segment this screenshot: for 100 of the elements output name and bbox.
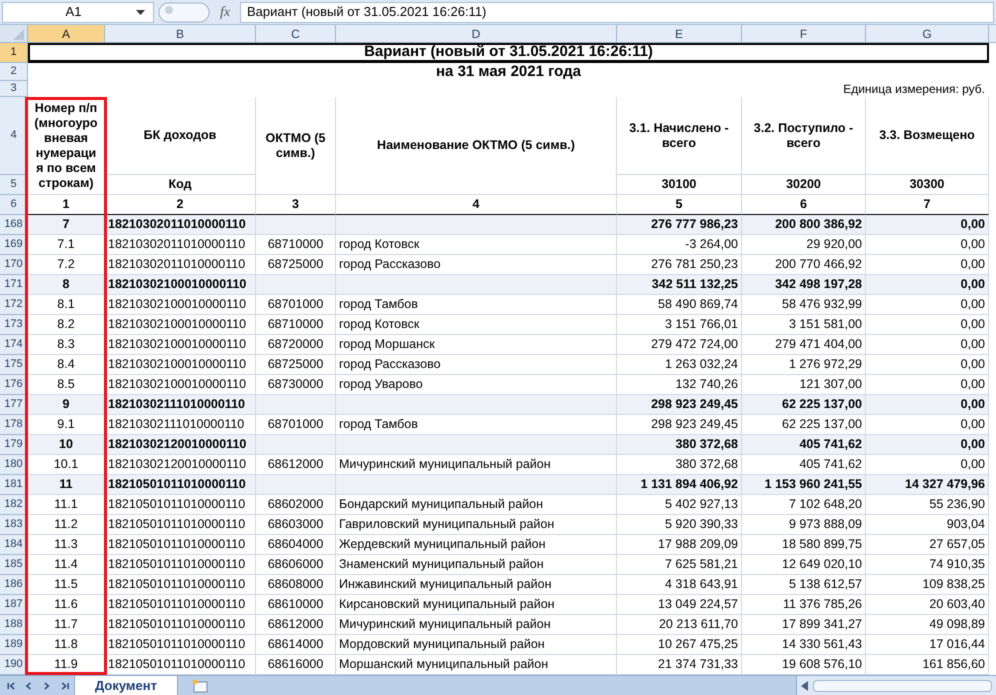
column-header[interactable]: B <box>105 25 256 43</box>
table-cell: Кирсановский муниципальный район <box>336 595 617 615</box>
unit-note: Единица измерения: руб. <box>842 81 986 97</box>
table-cell: 29 920,00 <box>742 235 866 255</box>
table-cell: 58 490 869,74 <box>617 295 742 315</box>
table-cell: 0,00 <box>866 315 989 335</box>
table-cell: 18210302120010000110 <box>105 435 256 455</box>
table-cell: город Моршанск <box>336 335 617 355</box>
table-cell: 68608000 <box>256 575 336 595</box>
formula-input[interactable]: Вариант (новый от 31.05.2021 16:26:11) <box>240 2 994 22</box>
table-cell: 13 049 224,57 <box>617 595 742 615</box>
sheet-tab[interactable]: Документ <box>74 676 178 695</box>
column-header[interactable]: F <box>742 25 866 43</box>
scroll-left-icon[interactable] <box>801 681 809 692</box>
table-cell: 0,00 <box>866 275 989 295</box>
dropdown-caret-icon[interactable] <box>136 10 145 14</box>
table-cell: -3 264,00 <box>617 235 742 255</box>
table-cell: 18210501011010000110 <box>105 595 256 615</box>
column-header[interactable]: C <box>256 25 336 43</box>
name-box[interactable]: A1 <box>2 2 154 22</box>
table-cell: 10 267 475,25 <box>617 635 742 655</box>
table-cell: 18210302100010000110 <box>105 315 256 335</box>
column-header[interactable]: A <box>28 25 105 43</box>
table-cell: город Тамбов <box>336 295 617 315</box>
table-cell: 68725000 <box>256 355 336 375</box>
table-cell: 68725000 <box>256 255 336 275</box>
table-cell: 1 131 894 406,92 <box>617 475 742 495</box>
insert-function-button[interactable]: fx <box>214 2 236 22</box>
table-cell: 279 472 724,00 <box>617 335 742 355</box>
table-cell: 0,00 <box>866 215 989 235</box>
table-cell: 342 511 132,25 <box>617 275 742 295</box>
row-header[interactable]: 2 <box>0 63 28 81</box>
table-cell: 7 625 581,21 <box>617 555 742 575</box>
table-cell: 14 327 479,96 <box>866 475 989 495</box>
table-cell: 68602000 <box>256 495 336 515</box>
table-cell: 18210302111010000110 <box>105 415 256 435</box>
table-cell: 7 102 648,20 <box>742 495 866 515</box>
table-cell: 62 225 137,00 <box>742 395 866 415</box>
table-cell: 0,00 <box>866 415 989 435</box>
table-cell: 9 973 888,09 <box>742 515 866 535</box>
table-cell: 0,00 <box>866 295 989 315</box>
column-heading: ОКТМО (5 симв.) <box>256 97 336 195</box>
table-cell: Жердевский муниципальный район <box>336 535 617 555</box>
table-cell: 132 740,26 <box>617 375 742 395</box>
table-cell: 19 608 576,10 <box>742 655 866 675</box>
table-cell: 7 <box>28 215 105 235</box>
table-cell: 18210501011010000110 <box>105 615 256 635</box>
table-cell: 0,00 <box>866 255 989 275</box>
table-cell: Бондарский муниципальный район <box>336 495 617 515</box>
new-sheet-icon[interactable] <box>190 679 210 694</box>
table-cell: 11 376 785,26 <box>742 595 866 615</box>
table-cell: 12 649 020,10 <box>742 555 866 575</box>
table-cell: 1 153 960 241,55 <box>742 475 866 495</box>
column-header[interactable]: E <box>617 25 742 43</box>
row-header[interactable]: 1 <box>0 43 28 63</box>
table-cell: 18210501011010000110 <box>105 655 256 675</box>
table-cell: 0,00 <box>866 355 989 375</box>
table-cell: 68603000 <box>256 515 336 535</box>
row-header[interactable]: 3 <box>0 81 28 97</box>
column-header[interactable]: G <box>866 25 989 43</box>
column-code: 30100 <box>617 175 742 195</box>
report-title: Вариант (новый от 31.05.2021 16:26:11) <box>28 43 989 63</box>
table-cell: 10 <box>28 435 105 455</box>
table-cell: 3 151 766,01 <box>617 315 742 335</box>
table-cell: 11 <box>28 475 105 495</box>
table-cell: 405 741,62 <box>742 435 866 455</box>
table-cell: 0,00 <box>866 335 989 355</box>
table-cell: город Рассказово <box>336 355 617 375</box>
table-cell: 0,00 <box>866 455 989 475</box>
table-cell: 0,00 <box>866 375 989 395</box>
table-cell: 342 498 197,28 <box>742 275 866 295</box>
column-heading: 3.2. Поступило - всего <box>742 97 866 175</box>
table-cell: 27 657,05 <box>866 535 989 555</box>
formula-bar-grip-icon[interactable] <box>158 2 210 22</box>
table-cell: 17 988 209,09 <box>617 535 742 555</box>
table-cell: 68614000 <box>256 635 336 655</box>
table-cell: 1 263 032,24 <box>617 355 742 375</box>
table-cell: 68720000 <box>256 335 336 355</box>
horizontal-scrollbar[interactable] <box>796 676 996 695</box>
column-header[interactable]: D <box>336 25 617 43</box>
table-cell: 380 372,68 <box>617 435 742 455</box>
column-code: 30300 <box>866 175 989 195</box>
table-cell: 68612000 <box>256 615 336 635</box>
table-cell: 18210302011010000110 <box>105 255 256 275</box>
table-cell: 68612000 <box>256 455 336 475</box>
report-date: на 31 мая 2021 года <box>435 63 582 81</box>
table-cell: 18210302100010000110 <box>105 335 256 355</box>
table-cell: 5 138 612,57 <box>742 575 866 595</box>
table-cell: 405 741,62 <box>742 455 866 475</box>
table-cell: 18210302011010000110 <box>105 215 256 235</box>
table-cell: 161 856,60 <box>866 655 989 675</box>
table-cell: 68710000 <box>256 235 336 255</box>
table-cell: 200 770 466,92 <box>742 255 866 275</box>
table-cell: 298 923 249,45 <box>617 415 742 435</box>
table-cell: Мордовский муниципальный район <box>336 635 617 655</box>
column-heading: 3.1. Начислено - всего <box>617 97 742 175</box>
table-cell: Моршанский муниципальный район <box>336 655 617 675</box>
table-cell: 18210302100010000110 <box>105 355 256 375</box>
table-cell: город Уварово <box>336 375 617 395</box>
table-cell: 109 838,25 <box>866 575 989 595</box>
